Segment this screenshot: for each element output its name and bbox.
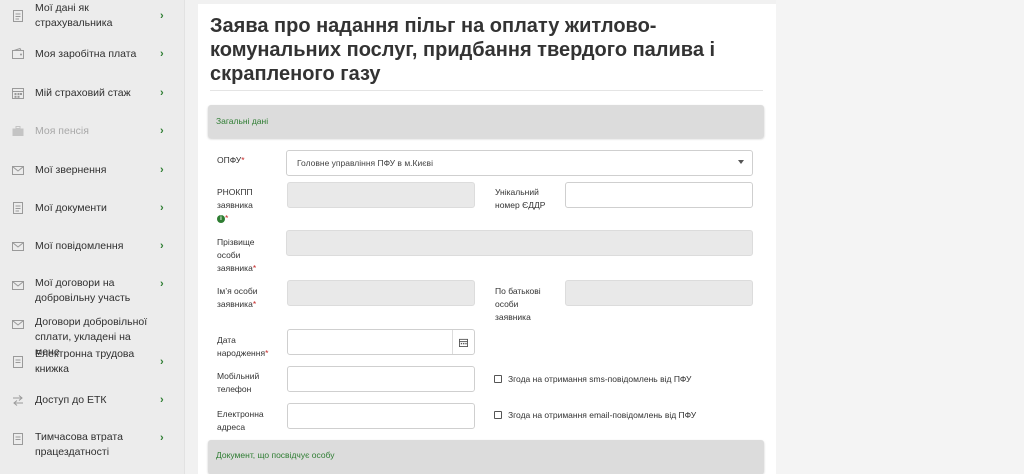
sidebar-item-appeals[interactable]: Мої звернення › [0, 161, 185, 179]
application-form: Заява про надання пільг на оплату житлов… [198, 4, 776, 474]
envelope-icon [11, 163, 25, 177]
sidebar-item-salary[interactable]: Моя заробітна плата › [0, 45, 185, 63]
opfu-label: ОПФУ* [217, 155, 245, 165]
chevron-right-icon: › [160, 432, 164, 444]
chevron-down-icon [738, 160, 744, 164]
opfu-select[interactable]: Головне управління ПФУ в м.Києві [286, 150, 753, 176]
sidebar-item-pension[interactable]: Моя пенсія › [0, 122, 185, 140]
chevron-right-icon: › [160, 356, 164, 368]
sidebar-item-label: Доступ до ЕТК [35, 393, 107, 406]
sidebar-item-label: Мій страховий стаж [35, 86, 131, 99]
envelope-icon [11, 278, 25, 292]
sms-consent-checkbox[interactable] [494, 375, 502, 383]
patronymic-field[interactable] [565, 280, 753, 306]
sidebar-item-insurance-record[interactable]: Мій страховий стаж › [0, 84, 185, 102]
chevron-right-icon: › [160, 278, 164, 290]
chevron-right-icon: › [160, 164, 164, 176]
right-blank-area [776, 0, 1024, 474]
info-icon[interactable]: i [217, 214, 225, 223]
calendar-icon [11, 86, 25, 100]
envelope-icon [11, 239, 25, 253]
transfer-icon [11, 393, 25, 407]
sidebar-item-voluntary-contracts[interactable]: Мої договори на добровільну участь › [0, 276, 185, 306]
birth-date-label: Дата народження* [217, 335, 269, 358]
title-divider [210, 90, 763, 91]
rnokpp-label: РНОКПП заявника i * [217, 187, 253, 223]
sidebar-item-documents[interactable]: Мої документи › [0, 199, 185, 217]
document-icon [11, 9, 25, 23]
sidebar-item-label: Моя пенсія [35, 124, 89, 137]
email-consent-label: Згода на отримання email-повідомлень від… [508, 410, 697, 420]
sidebar-item-insurer-data[interactable]: Мої дані як страхувальника › [0, 2, 185, 29]
calendar-icon[interactable] [452, 330, 474, 354]
chevron-right-icon: › [160, 240, 164, 252]
sidebar-item-work-book[interactable]: Електронна трудова книжка › [0, 348, 185, 375]
chevron-right-icon: › [160, 87, 164, 99]
birth-date-field[interactable] [287, 329, 475, 355]
unique-number-field[interactable] [565, 182, 753, 208]
section-header-document: Документ, що посвідчує особу [208, 440, 764, 474]
surname-field[interactable] [286, 230, 753, 256]
chevron-right-icon: › [160, 394, 164, 406]
opfu-selected-value: Головне управління ПФУ в м.Києві [297, 158, 433, 168]
page-title: Заява про надання пільг на оплату житлов… [210, 15, 716, 85]
sidebar-item-label: Мої повідомлення [35, 239, 124, 252]
sidebar-nav: Мої дані як страхувальника › Моя заробіт… [0, 0, 185, 474]
wallet-icon [11, 47, 25, 61]
rnokpp-field[interactable] [287, 182, 475, 208]
chevron-right-icon: › [160, 10, 164, 22]
sidebar-item-label: Мої документи [35, 201, 107, 214]
patronymic-label: По батькові особи заявника [495, 286, 541, 322]
email-label: Електронна адреса [217, 409, 264, 432]
phone-label: Мобільний телефон [217, 371, 260, 394]
chevron-right-icon: › [160, 202, 164, 214]
sidebar-item-messages[interactable]: Мої повідомлення › [0, 237, 185, 255]
sidebar-item-label: Мої договори на добровільну участь [35, 277, 131, 304]
email-field[interactable] [287, 403, 475, 429]
sidebar-item-payment-contracts[interactable]: Договори добровільної сплати, укладені н… [0, 315, 185, 358]
briefcase-icon [11, 124, 25, 138]
sidebar-item-label: Моя заробітна плата [35, 47, 137, 60]
sms-consent-label: Згода на отримання sms-повідомлень від П… [508, 374, 692, 384]
section-header-general: Загальні дані [208, 105, 764, 138]
section-title: Документ, що посвідчує особу [216, 450, 335, 460]
chevron-right-icon: › [160, 48, 164, 60]
surname-label: Прізвище особи заявника* [217, 237, 257, 273]
name-field[interactable] [287, 280, 475, 306]
document-icon [11, 355, 25, 369]
document-icon [11, 432, 25, 446]
section-title: Загальні дані [216, 116, 269, 126]
phone-field[interactable] [287, 366, 475, 392]
unique-number-label: Унікальний номер ЄДДР [495, 187, 546, 210]
envelope-icon [11, 317, 25, 331]
email-consent-checkbox[interactable] [494, 411, 502, 419]
sidebar-item-disability[interactable]: Тимчасова втрата працездатності › [0, 430, 185, 460]
document-icon [11, 201, 25, 215]
chevron-right-icon: › [160, 125, 164, 137]
sidebar-item-label: Тимчасова втрата працездатності [35, 431, 123, 458]
sidebar-item-label: Мої звернення [35, 163, 107, 176]
name-label: Ім’я особи заявника* [217, 286, 258, 309]
sidebar-item-label: Мої дані як страхувальника [35, 2, 113, 29]
sidebar-item-label: Електронна трудова книжка [35, 348, 135, 375]
sidebar-item-etk-access[interactable]: Доступ до ЕТК › [0, 391, 185, 409]
